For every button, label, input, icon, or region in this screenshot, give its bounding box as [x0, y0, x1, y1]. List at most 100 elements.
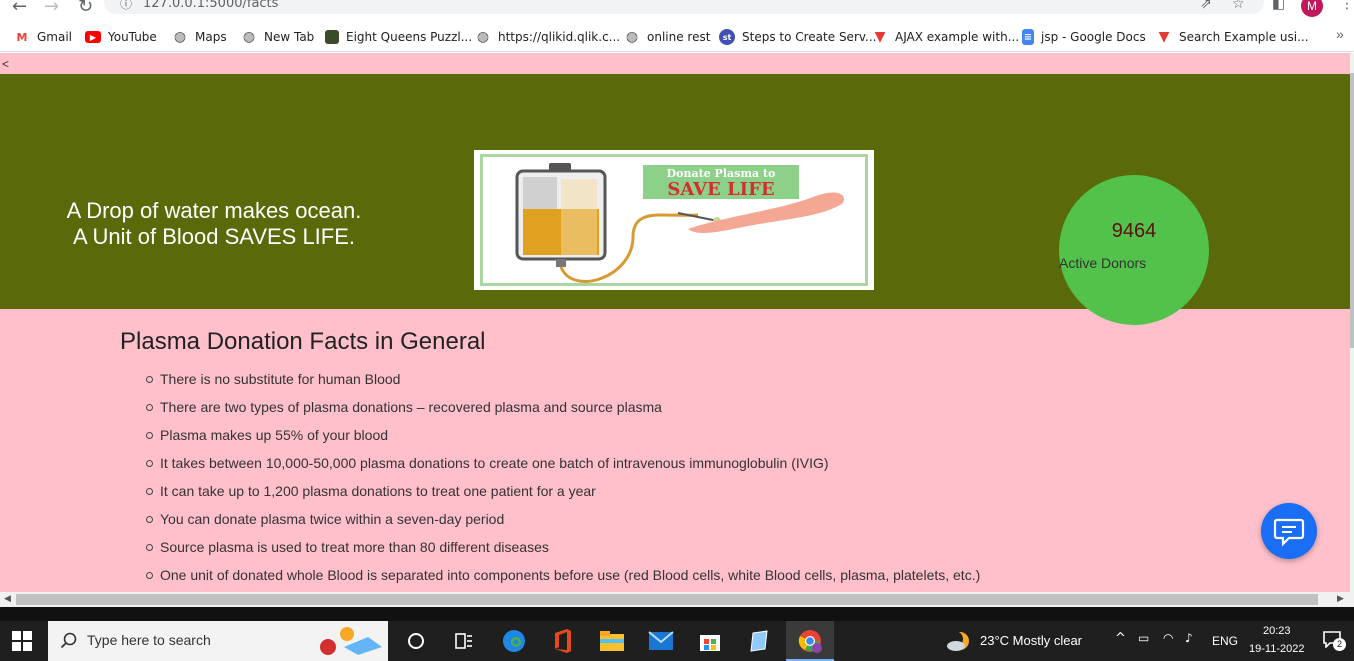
taskbar-search[interactable]: Type here to search	[48, 621, 388, 661]
windows-start-icon[interactable]	[12, 631, 32, 651]
search-placeholder: Type here to search	[87, 632, 211, 648]
horizontal-scrollbar[interactable]: ◀ ▶	[0, 592, 1354, 607]
side-panel-icon[interactable]: ◧	[1272, 0, 1285, 12]
search-icon	[60, 632, 77, 649]
hero-banner: A Drop of water makes ocean. A Unit of B…	[0, 74, 1350, 325]
bookmark-label: Maps	[195, 30, 227, 44]
red-v-icon: ▼	[1158, 29, 1170, 45]
banner-line-2: SAVE LIFE	[667, 179, 774, 200]
bookmark-youtube[interactable]: ▶ YouTube	[85, 27, 157, 47]
forward-arrow-icon[interactable]: →	[44, 0, 59, 17]
youtube-icon: ▶	[85, 31, 101, 43]
vertical-scrollbar[interactable]	[1350, 53, 1354, 592]
bookmark-gmail[interactable]: M Gmail	[14, 27, 73, 47]
fact-item: There are two types of plasma donations …	[145, 399, 980, 427]
bookmark-jsp-docs[interactable]: ≡ jsp - Google Docs	[1022, 27, 1146, 47]
chat-button[interactable]	[1261, 503, 1317, 559]
weather-moon-icon[interactable]	[946, 629, 972, 653]
fact-item: You can donate plasma twice within a sev…	[145, 511, 980, 539]
puzzle-image-icon	[325, 30, 339, 44]
edge-browser-icon[interactable]	[500, 627, 528, 655]
info-icon[interactable]: ⓘ	[120, 0, 132, 12]
globe-icon: ◍	[625, 29, 639, 45]
star-icon[interactable]: ☆	[1232, 0, 1245, 12]
mail-icon[interactable]	[647, 627, 675, 655]
bookmark-steps-to-create[interactable]: st Steps to Create Serv...	[719, 27, 876, 47]
bookmark-ajax-example[interactable]: ▼ AJAX example with...	[872, 27, 1020, 47]
gmail-icon: M	[16, 30, 28, 44]
reload-icon[interactable]: ↻	[78, 0, 93, 17]
share-icon[interactable]: ⇗	[1200, 0, 1212, 12]
widgets-icon[interactable]	[450, 627, 478, 655]
bookmark-label: New Tab	[264, 30, 315, 44]
plasma-bag-illustration: Donate Plasma to SAVE LIFE	[515, 163, 844, 283]
clock-time[interactable]: 20:23	[1263, 625, 1291, 637]
notepad-icon[interactable]	[745, 627, 773, 655]
bookmark-new-tab[interactable]: ◍ New Tab	[241, 27, 314, 47]
bookmark-qlik[interactable]: ◍ https://qlikid.qlik.c...	[475, 27, 620, 47]
fact-item: It takes between 10,000-50,000 plasma do…	[145, 455, 980, 483]
office-icon[interactable]	[549, 627, 577, 655]
bookmark-label: YouTube	[108, 30, 157, 44]
store-icon[interactable]	[696, 627, 724, 655]
bookmark-eight-queens[interactable]: Eight Queens Puzzl...	[325, 27, 472, 47]
red-v-icon: ▼	[874, 29, 886, 45]
more-bookmarks-icon[interactable]: »	[1336, 26, 1344, 42]
st-icon: st	[719, 29, 735, 45]
globe-icon: ◍	[476, 29, 490, 45]
bookmark-label: https://qlikid.qlik.c...	[498, 30, 621, 44]
bookmark-label: Search Example usi...	[1179, 30, 1309, 44]
scroll-right-icon[interactable]: ▶	[1337, 593, 1344, 604]
bookmark-search-example[interactable]: ▼ Search Example usi...	[1156, 27, 1309, 47]
back-arrow-icon[interactable]: ←	[12, 0, 27, 17]
language-indicator[interactable]: ENG	[1212, 634, 1238, 648]
facts-list: There is no substitute for human Blood T…	[145, 371, 980, 592]
weather-text[interactable]: 23°C Mostly clear	[980, 633, 1082, 648]
fact-item: It can take up to 1,200 plasma donations…	[145, 483, 980, 511]
back-link[interactable]: <	[2, 57, 9, 71]
notification-badge: 2	[1333, 638, 1346, 651]
active-donors-badge: 9464 Active Donors	[1059, 175, 1209, 325]
notification-center-icon[interactable]: 2	[1322, 630, 1346, 652]
bookmark-label: jsp - Google Docs	[1041, 30, 1146, 44]
volume-icon[interactable]: ♪	[1185, 631, 1193, 645]
chrome-taskbar-button[interactable]	[786, 621, 834, 661]
page-content: < A Drop of water makes ocean. A Unit of…	[0, 53, 1350, 592]
fact-item: Source plasma is used to treat more than…	[145, 539, 980, 567]
bookmark-label: Gmail	[37, 30, 73, 44]
globe-icon: ◍	[173, 29, 187, 45]
scroll-left-icon[interactable]: ◀	[4, 593, 11, 604]
wifi-icon[interactable]: ◠	[1163, 631, 1173, 645]
fact-item: There is no substitute for human Blood	[145, 371, 980, 399]
fact-item: One unit of donated whole Blood is separ…	[145, 567, 980, 592]
show-hidden-icons-icon[interactable]: ^	[1115, 631, 1126, 646]
bookmark-label: AJAX example with...	[895, 30, 1020, 44]
battery-icon[interactable]: ▭	[1138, 631, 1149, 645]
bookmark-label: online rest	[647, 30, 711, 44]
tagline-line-1: A Drop of water makes ocean.	[66, 198, 362, 223]
task-view-icon[interactable]	[402, 627, 430, 655]
chat-icon	[1273, 518, 1305, 547]
chrome-icon	[798, 630, 822, 653]
fact-item: Plasma makes up 55% of your blood	[145, 427, 980, 455]
url-text[interactable]: 127.0.0.1:5000/facts	[143, 0, 278, 11]
windows-taskbar: Type here to search 23°C Mostly clear ^ …	[0, 621, 1354, 661]
bookmarks-bar: M Gmail ▶ YouTube ◍ Maps ◍ New Tab Eight…	[0, 22, 1354, 52]
donate-plasma-banner-image: Donate Plasma to SAVE LIFE	[474, 150, 874, 290]
facts-heading: Plasma Donation Facts in General	[120, 328, 486, 355]
search-highlight-fruit-icon	[320, 627, 382, 655]
donor-label: Active Donors	[1059, 255, 1147, 271]
google-docs-icon: ≡	[1022, 29, 1034, 45]
menu-dots-icon[interactable]: ⋮	[1340, 0, 1354, 12]
tagline-line-2: A Unit of Blood SAVES LIFE.	[72, 224, 356, 249]
hero-tagline: A Drop of water makes ocean. A Unit of B…	[40, 198, 388, 250]
bookmark-maps[interactable]: ◍ Maps	[172, 27, 227, 47]
browser-toolbar: ← → ↻ ⓘ 127.0.0.1:5000/facts ⇗ ☆ ◧ M ⋮	[0, 0, 1354, 18]
file-explorer-icon[interactable]	[598, 627, 626, 655]
bookmark-online-rest[interactable]: ◍ online rest	[624, 27, 711, 47]
clock-date[interactable]: 19-11-2022	[1249, 643, 1304, 655]
bookmark-label: Eight Queens Puzzl...	[346, 30, 473, 44]
donor-count: 9464	[1111, 220, 1157, 242]
window-bottom-edge	[0, 607, 1354, 621]
profile-avatar[interactable]: M	[1301, 0, 1323, 17]
